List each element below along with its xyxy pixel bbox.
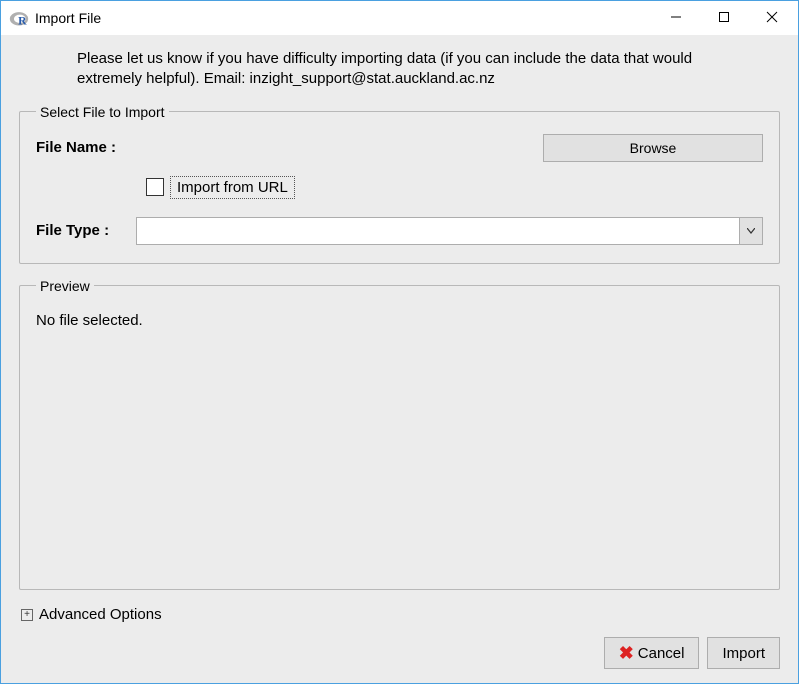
chevron-down-icon[interactable] xyxy=(739,217,763,245)
r-app-icon: R xyxy=(9,8,29,28)
maximize-button[interactable] xyxy=(700,1,748,33)
window-controls xyxy=(652,1,796,35)
advanced-options-toggle[interactable]: + Advanced Options xyxy=(19,604,780,633)
svg-text:R: R xyxy=(18,15,27,28)
select-file-section: Select File to Import File Name : Browse… xyxy=(19,104,780,264)
titlebar: R Import File xyxy=(1,1,798,35)
preview-section: Preview No file selected. xyxy=(19,278,780,591)
preview-message: No file selected. xyxy=(36,308,763,333)
plus-expand-icon: + xyxy=(21,609,33,621)
import-url-label[interactable]: Import from URL xyxy=(170,176,295,199)
import-url-row: Import from URL xyxy=(36,176,763,199)
dialog-content: Please let us know if you have difficult… xyxy=(1,35,798,683)
import-url-checkbox[interactable] xyxy=(146,178,164,196)
filetype-row: File Type : xyxy=(36,217,763,245)
close-button[interactable] xyxy=(748,1,796,33)
cancel-button[interactable]: ✖ Cancel xyxy=(604,637,700,669)
dialog-footer: ✖ Cancel Import xyxy=(19,633,780,669)
filetype-combobox[interactable] xyxy=(136,217,763,245)
cancel-x-icon: ✖ xyxy=(619,644,634,662)
select-file-legend: Select File to Import xyxy=(36,104,169,120)
filetype-label: File Type : xyxy=(36,222,136,239)
window-title: Import File xyxy=(35,10,652,26)
import-label: Import xyxy=(722,645,765,662)
cancel-label: Cancel xyxy=(638,645,685,662)
minimize-button[interactable] xyxy=(652,1,700,33)
advanced-options-label: Advanced Options xyxy=(39,606,162,623)
import-button[interactable]: Import xyxy=(707,637,780,669)
filetype-input[interactable] xyxy=(136,217,739,245)
filename-label: File Name : xyxy=(36,139,136,156)
browse-button[interactable]: Browse xyxy=(543,134,763,162)
help-text: Please let us know if you have difficult… xyxy=(19,49,780,104)
filename-row: File Name : Browse xyxy=(36,134,763,162)
preview-legend: Preview xyxy=(36,278,94,294)
